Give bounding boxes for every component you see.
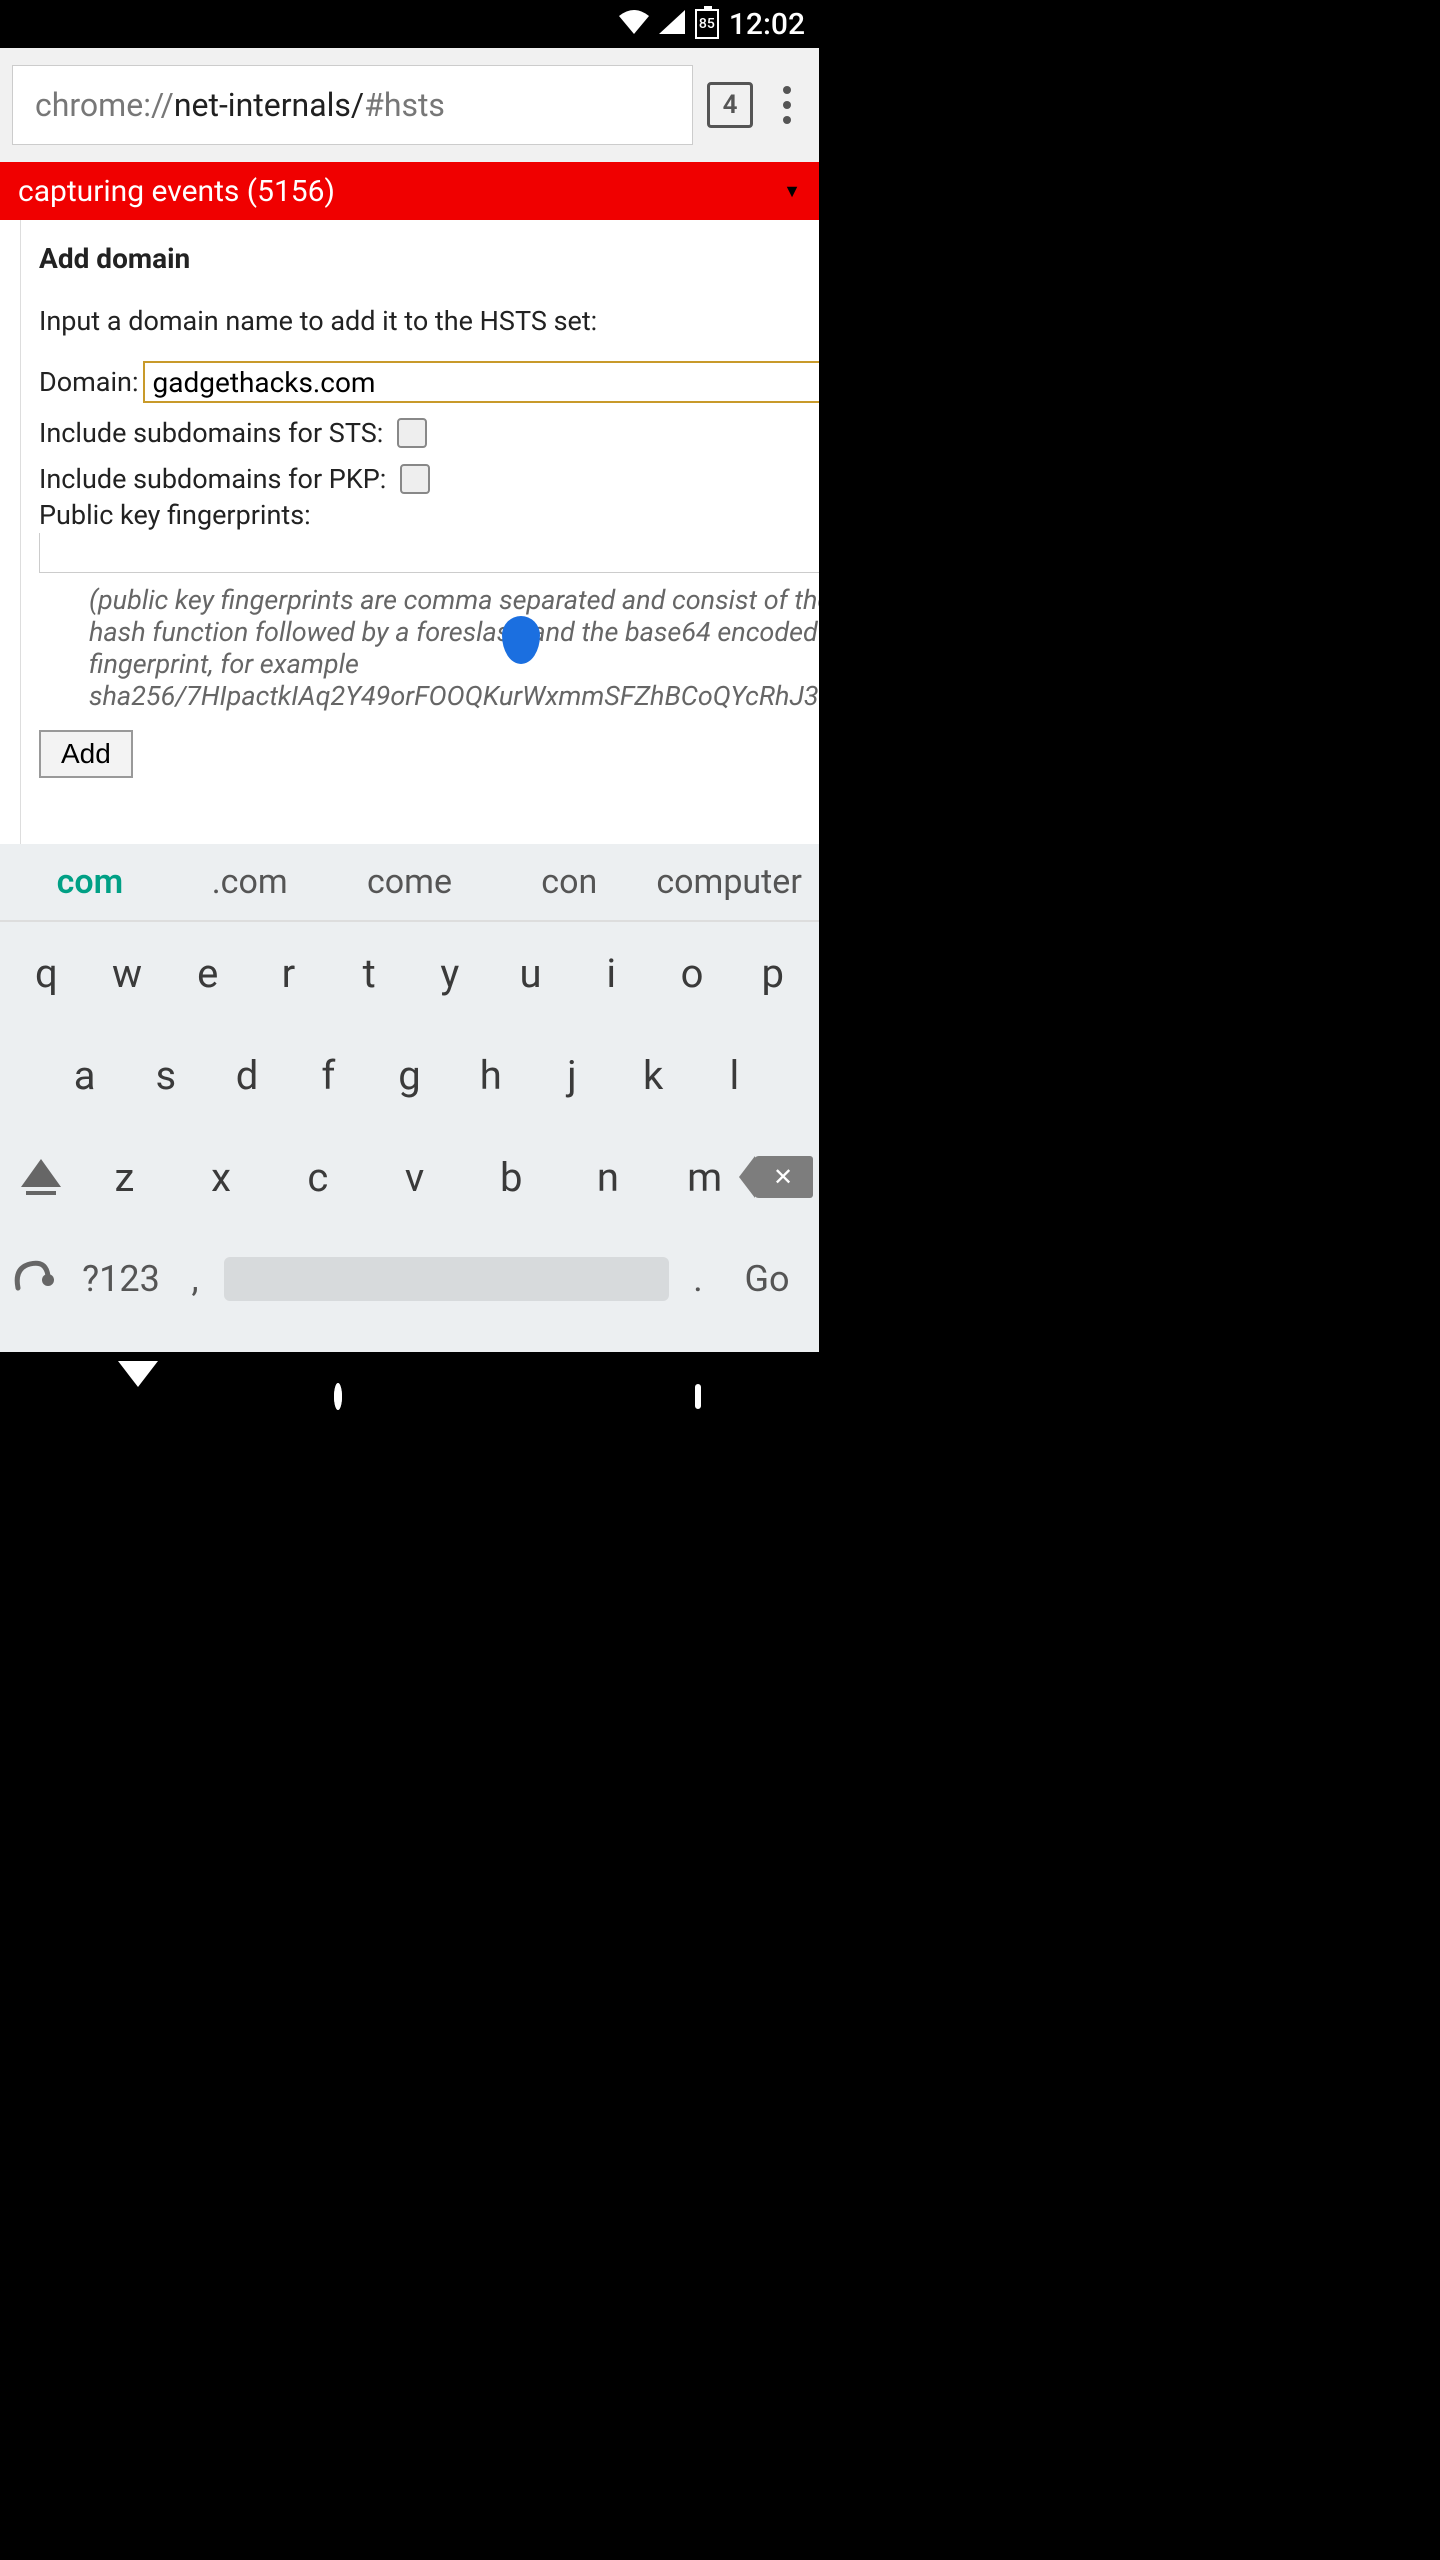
key-z[interactable]: z <box>76 1154 173 1201</box>
key-row-2: a s d f g h j k l <box>0 1024 819 1126</box>
include-pkp-label: Include subdomains for PKP: <box>39 463 386 495</box>
cell-signal-icon <box>659 7 685 42</box>
wifi-icon <box>619 7 649 42</box>
back-button[interactable] <box>118 1387 158 1406</box>
key-h[interactable]: h <box>450 1052 531 1099</box>
capture-status-banner[interactable]: capturing events (5156) ▼ <box>0 162 819 220</box>
key-d[interactable]: d <box>206 1052 287 1099</box>
instruction-text: Input a domain name to add it to the HST… <box>39 305 819 337</box>
android-status-bar: 85 12:02 <box>0 0 819 48</box>
section-heading: Add domain <box>39 242 819 275</box>
key-x[interactable]: x <box>173 1154 270 1201</box>
key-row-4: ?123 , . Go <box>0 1228 819 1330</box>
numbers-key[interactable]: ?123 <box>76 1258 166 1300</box>
include-sts-checkbox[interactable] <box>397 418 427 448</box>
swype-icon[interactable] <box>12 1254 72 1304</box>
include-pkp-checkbox[interactable] <box>400 464 430 494</box>
sidebar-nav: Capture Export Import Proxy Events Timel… <box>0 220 21 844</box>
key-k[interactable]: k <box>613 1052 694 1099</box>
domain-input[interactable] <box>143 361 820 403</box>
key-c[interactable]: c <box>269 1154 366 1201</box>
url-hash: #hsts <box>364 86 445 124</box>
key-y[interactable]: y <box>410 950 491 997</box>
period-key[interactable]: . <box>673 1258 723 1300</box>
clock: 12:02 <box>729 7 805 42</box>
suggestion[interactable]: con <box>489 862 649 902</box>
key-u[interactable]: u <box>490 950 571 997</box>
add-button[interactable]: Add <box>39 730 133 778</box>
key-b[interactable]: b <box>463 1154 560 1201</box>
capture-status-text: capturing events (5156) <box>18 174 335 209</box>
url-host: net-internals/ <box>174 86 364 124</box>
suggestion[interactable]: computer <box>649 862 809 902</box>
key-i[interactable]: i <box>571 950 652 997</box>
soft-keyboard: com .com come con computer q w e r t y u… <box>0 844 819 1352</box>
key-a[interactable]: a <box>44 1052 125 1099</box>
tab-switcher-button[interactable]: 4 <box>707 82 753 128</box>
tab-count: 4 <box>723 90 738 120</box>
key-n[interactable]: n <box>560 1154 657 1201</box>
domain-label: Domain: <box>39 366 139 398</box>
comma-key[interactable]: , <box>170 1258 220 1300</box>
key-t[interactable]: t <box>329 950 410 997</box>
android-nav-bar <box>0 1352 819 1440</box>
chrome-omnibox-bar: chrome://net-internals/#hsts 4 <box>0 48 819 162</box>
key-j[interactable]: j <box>531 1052 612 1099</box>
shift-key[interactable] <box>6 1159 76 1195</box>
keyboard-switch-button[interactable] <box>695 1387 701 1406</box>
key-o[interactable]: o <box>652 950 733 997</box>
key-row-3: z x c v b n m ✕ <box>0 1126 819 1228</box>
suggestion-bar: com .com come con computer <box>0 844 819 922</box>
suggestion[interactable]: .com <box>170 862 330 902</box>
suggestion[interactable]: com <box>10 862 170 902</box>
net-internals-page: Capture Export Import Proxy Events Timel… <box>0 220 819 844</box>
key-v[interactable]: v <box>366 1154 463 1201</box>
overflow-menu-button[interactable] <box>767 86 807 124</box>
key-p[interactable]: p <box>732 950 813 997</box>
url-scheme: chrome:// <box>35 86 174 124</box>
key-g[interactable]: g <box>369 1052 450 1099</box>
key-f[interactable]: f <box>288 1052 369 1099</box>
pkf-help-text: (public key fingerprints are comma separ… <box>39 573 819 712</box>
key-row-1: q w e r t y u i o p <box>0 922 819 1024</box>
dropdown-arrow-icon: ▼ <box>783 181 801 202</box>
battery-icon: 85 <box>695 9 719 39</box>
key-w[interactable]: w <box>87 950 168 997</box>
key-s[interactable]: s <box>125 1052 206 1099</box>
key-q[interactable]: q <box>6 950 87 997</box>
hsts-content: Add domain Input a domain name to add it… <box>21 220 819 844</box>
url-input[interactable]: chrome://net-internals/#hsts <box>12 65 693 145</box>
include-sts-label: Include subdomains for STS: <box>39 417 383 449</box>
key-l[interactable]: l <box>694 1052 775 1099</box>
suggestion[interactable]: come <box>330 862 490 902</box>
pkf-input[interactable] <box>39 533 819 573</box>
home-button[interactable] <box>334 1387 342 1406</box>
space-key[interactable] <box>224 1257 669 1301</box>
key-r[interactable]: r <box>248 950 329 997</box>
backspace-key[interactable]: ✕ <box>753 1156 813 1198</box>
go-key[interactable]: Go <box>727 1258 807 1300</box>
key-e[interactable]: e <box>167 950 248 997</box>
pkf-label: Public key fingerprints: <box>39 499 819 531</box>
